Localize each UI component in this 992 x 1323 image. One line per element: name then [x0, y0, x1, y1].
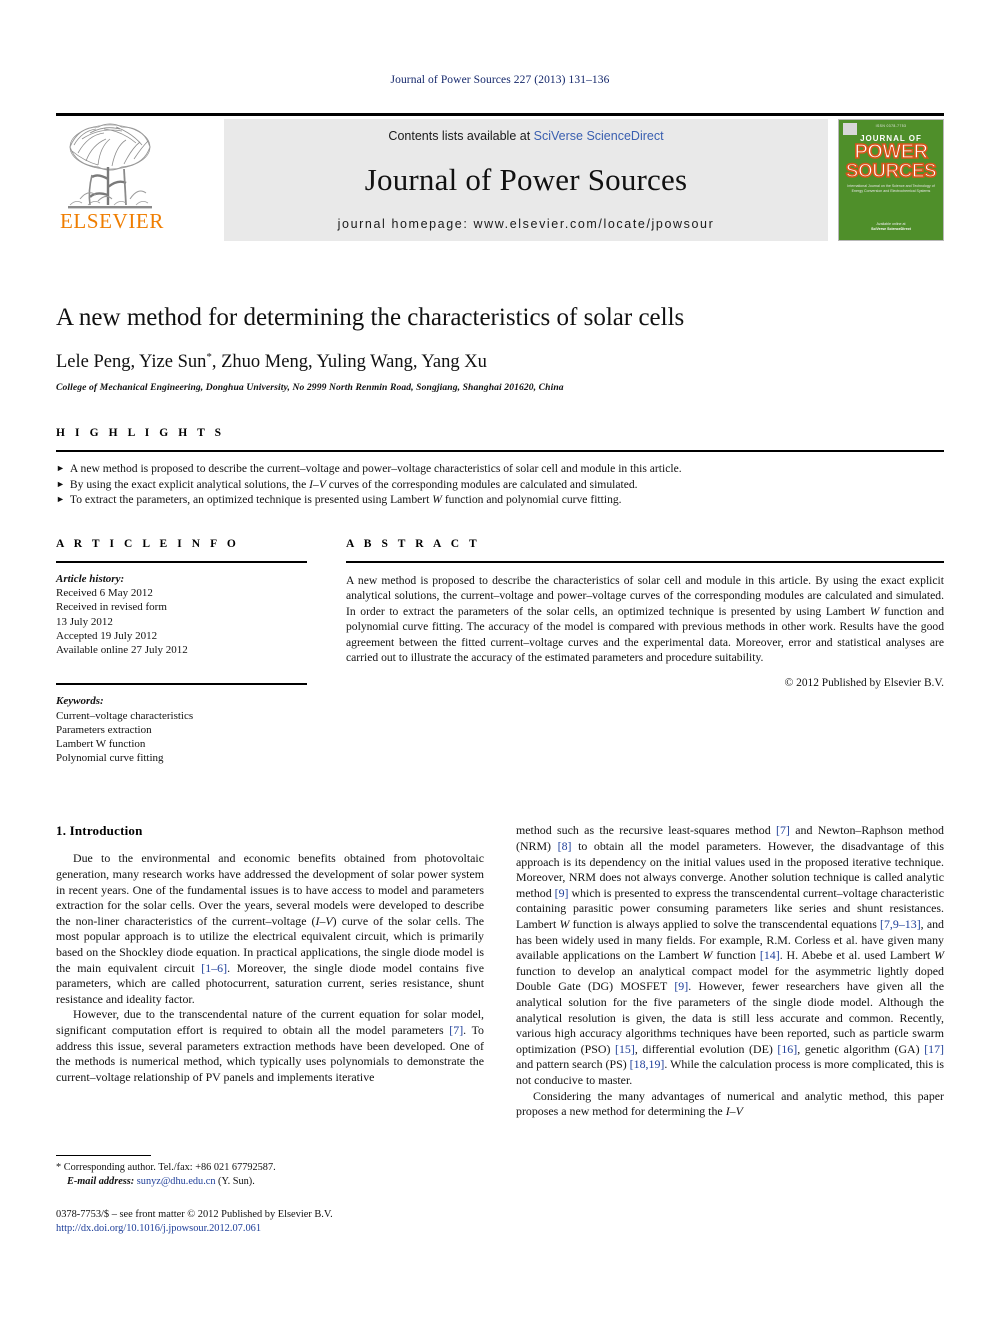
doi-link[interactable]: http://dx.doi.org/10.1016/j.jpowsour.201…	[56, 1223, 261, 1234]
elsevier-wordmark: ELSEVIER	[60, 209, 164, 233]
contents-prefix: Contents lists available at	[388, 129, 534, 143]
elsevier-tree-icon	[68, 123, 152, 209]
page-content: Journal of Power Sources 227 (2013) 131–…	[56, 0, 944, 1120]
citation-link[interactable]: [7]	[449, 1023, 463, 1037]
cover-issn: ISSN 0378-7753	[875, 124, 907, 128]
triangle-right-icon: ►	[56, 463, 65, 474]
author-list: Lele Peng, Yize Sun*, Zhuo Meng, Yuling …	[56, 351, 944, 373]
citation-link[interactable]: [7]	[776, 823, 790, 837]
keywords-rule	[56, 683, 307, 686]
citation-link[interactable]: [18,19]	[630, 1057, 665, 1071]
triangle-right-icon: ►	[56, 494, 65, 505]
citation-link[interactable]: [8]	[558, 839, 572, 853]
paper-page: Journal of Power Sources 227 (2013) 131–…	[0, 0, 992, 1323]
citation-link[interactable]: [1–6]	[201, 961, 227, 975]
intro-paragraph-1: Due to the environmental and economic be…	[56, 851, 485, 1006]
cover-footer-label: Available online at	[876, 222, 906, 226]
highlight-item: ► To extract the parameters, an optimize…	[56, 492, 944, 508]
authors-before-star: Lele Peng, Yize Sun	[56, 352, 207, 373]
abstract-column: A B S T R A C T A new method is proposed…	[346, 538, 944, 766]
elsevier-logo[interactable]: ELSEVIER	[56, 119, 224, 241]
keyword-item: Parameters extraction	[56, 723, 152, 736]
highlight-item: ► A new method is proposed to describe t…	[56, 461, 944, 477]
history-revised-form: Received in revised form	[56, 601, 167, 614]
article-history-label: Article history:	[56, 573, 125, 586]
keyword-item: Current–voltage characteristics	[56, 709, 194, 722]
cover-line-sources: SOURCES	[845, 161, 938, 182]
article-title: A new method for determining the charact…	[56, 304, 685, 331]
email-suffix: (Y. Sun).	[215, 1175, 255, 1187]
column-gap	[307, 538, 346, 766]
highlights-section: H I G H L I G H T S ► A new method is pr…	[56, 427, 944, 508]
section-heading-introduction: 1. Introduction	[56, 823, 143, 839]
article-info-column: A R T I C L E I N F O Article history: R…	[56, 538, 307, 766]
cover-footer: Available online at SciVerse ScienceDire…	[845, 222, 937, 232]
history-online: Available online 27 July 2012	[56, 644, 188, 657]
citation-link[interactable]: [14]	[760, 948, 780, 962]
masthead-center: Contents lists available at SciVerse Sci…	[224, 119, 828, 241]
authors-after-star: , Zhuo Meng, Yuling Wang, Yang Xu	[211, 352, 487, 373]
keywords-label: Keywords:	[56, 695, 104, 708]
keywords-list: Keywords: Current–voltage characteristic…	[56, 694, 307, 765]
info-abstract-block: A R T I C L E I N F O Article history: R…	[56, 538, 944, 766]
triangle-right-icon: ►	[56, 478, 65, 489]
journal-masthead: ELSEVIER Contents lists available at Sci…	[56, 119, 944, 241]
body-column-gap	[484, 823, 516, 1119]
citation-link[interactable]: [7,9–13]	[880, 917, 921, 931]
citation-link[interactable]: [16]	[777, 1042, 797, 1056]
abstract-text: A new method is proposed to describe the…	[346, 574, 944, 665]
citation-link[interactable]: [9]	[555, 886, 569, 900]
email-link[interactable]: sunyz@dhu.edu.cn	[137, 1176, 216, 1187]
corresponding-author-text: * Corresponding author. Tel./fax: +86 02…	[56, 1162, 276, 1174]
highlights-rule	[56, 450, 944, 453]
body-columns: 1. Introduction Due to the environmental…	[56, 823, 944, 1119]
highlight-text: By using the exact explicit analytical s…	[69, 477, 638, 491]
article-info-rule	[56, 560, 307, 564]
highlights-list: ► A new method is proposed to describe t…	[56, 461, 944, 508]
cover-line-power: POWER	[854, 141, 929, 163]
intro-paragraph-4: Considering the many advantages of numer…	[516, 1088, 944, 1119]
journal-cover-thumbnail[interactable]: ISSN 0378-7753 JOURNAL OF POWER SOURCES …	[838, 119, 944, 241]
intro-paragraph-2: However, due to the transcendental natur…	[56, 1007, 485, 1084]
highlight-item: ► By using the exact explicit analytical…	[56, 477, 944, 493]
history-revised-date: 13 July 2012	[56, 615, 113, 628]
footnote-block: * Corresponding author. Tel./fax: +86 02…	[56, 1155, 484, 1236]
journal-title: Journal of Power Sources	[364, 162, 688, 197]
footnote-rule	[56, 1155, 151, 1157]
email-label: E-mail address:	[67, 1175, 135, 1187]
article-info-heading: A R T I C L E I N F O	[56, 537, 240, 550]
contents-available-line: Contents lists available at SciVerse Sci…	[224, 129, 828, 143]
abstract-rule	[346, 560, 944, 564]
cover-footer-brand: SciVerse ScienceDirect	[871, 227, 911, 231]
cover-subtitle: International Journal on the Science and…	[847, 184, 935, 193]
citation-link[interactable]: [17]	[924, 1042, 944, 1056]
citation-link[interactable]: [15]	[615, 1042, 635, 1056]
highlight-text: A new method is proposed to describe the…	[69, 462, 682, 476]
highlight-text: To extract the parameters, an optimized …	[69, 493, 622, 507]
history-received: Received 6 May 2012	[56, 587, 153, 600]
highlights-heading: H I G H L I G H T S	[56, 427, 225, 440]
body-column-right: method such as the recursive least-squar…	[516, 823, 944, 1119]
body-column-left: 1. Introduction Due to the environmental…	[56, 823, 484, 1119]
intro-paragraph-3: method such as the recursive least-squar…	[516, 823, 944, 1087]
corresponding-author-note: * Corresponding author. Tel./fax: +86 02…	[56, 1161, 484, 1188]
sciencedirect-link[interactable]: SciVerse ScienceDirect	[534, 129, 664, 143]
masthead-top-rule	[56, 113, 944, 116]
citation-link[interactable]: [9]	[674, 979, 688, 993]
keyword-item: Lambert W function	[56, 738, 146, 751]
history-accepted: Accepted 19 July 2012	[56, 629, 158, 642]
running-head: Journal of Power Sources 227 (2013) 131–…	[390, 74, 610, 86]
article-history: Article history: Received 6 May 2012 Rec…	[56, 572, 307, 657]
issn-line: 0378-7753/$ – see front matter © 2012 Pu…	[56, 1208, 333, 1220]
journal-homepage[interactable]: journal homepage: www.elsevier.com/locat…	[224, 217, 828, 231]
abstract-heading: A B S T R A C T	[346, 537, 481, 550]
keyword-item: Polynomial curve fitting	[56, 752, 164, 765]
affiliation: College of Mechanical Engineering, Dongh…	[56, 382, 564, 394]
issn-doi-block: 0378-7753/$ – see front matter © 2012 Pu…	[56, 1208, 484, 1236]
abstract-copyright: © 2012 Published by Elsevier B.V.	[784, 677, 944, 690]
